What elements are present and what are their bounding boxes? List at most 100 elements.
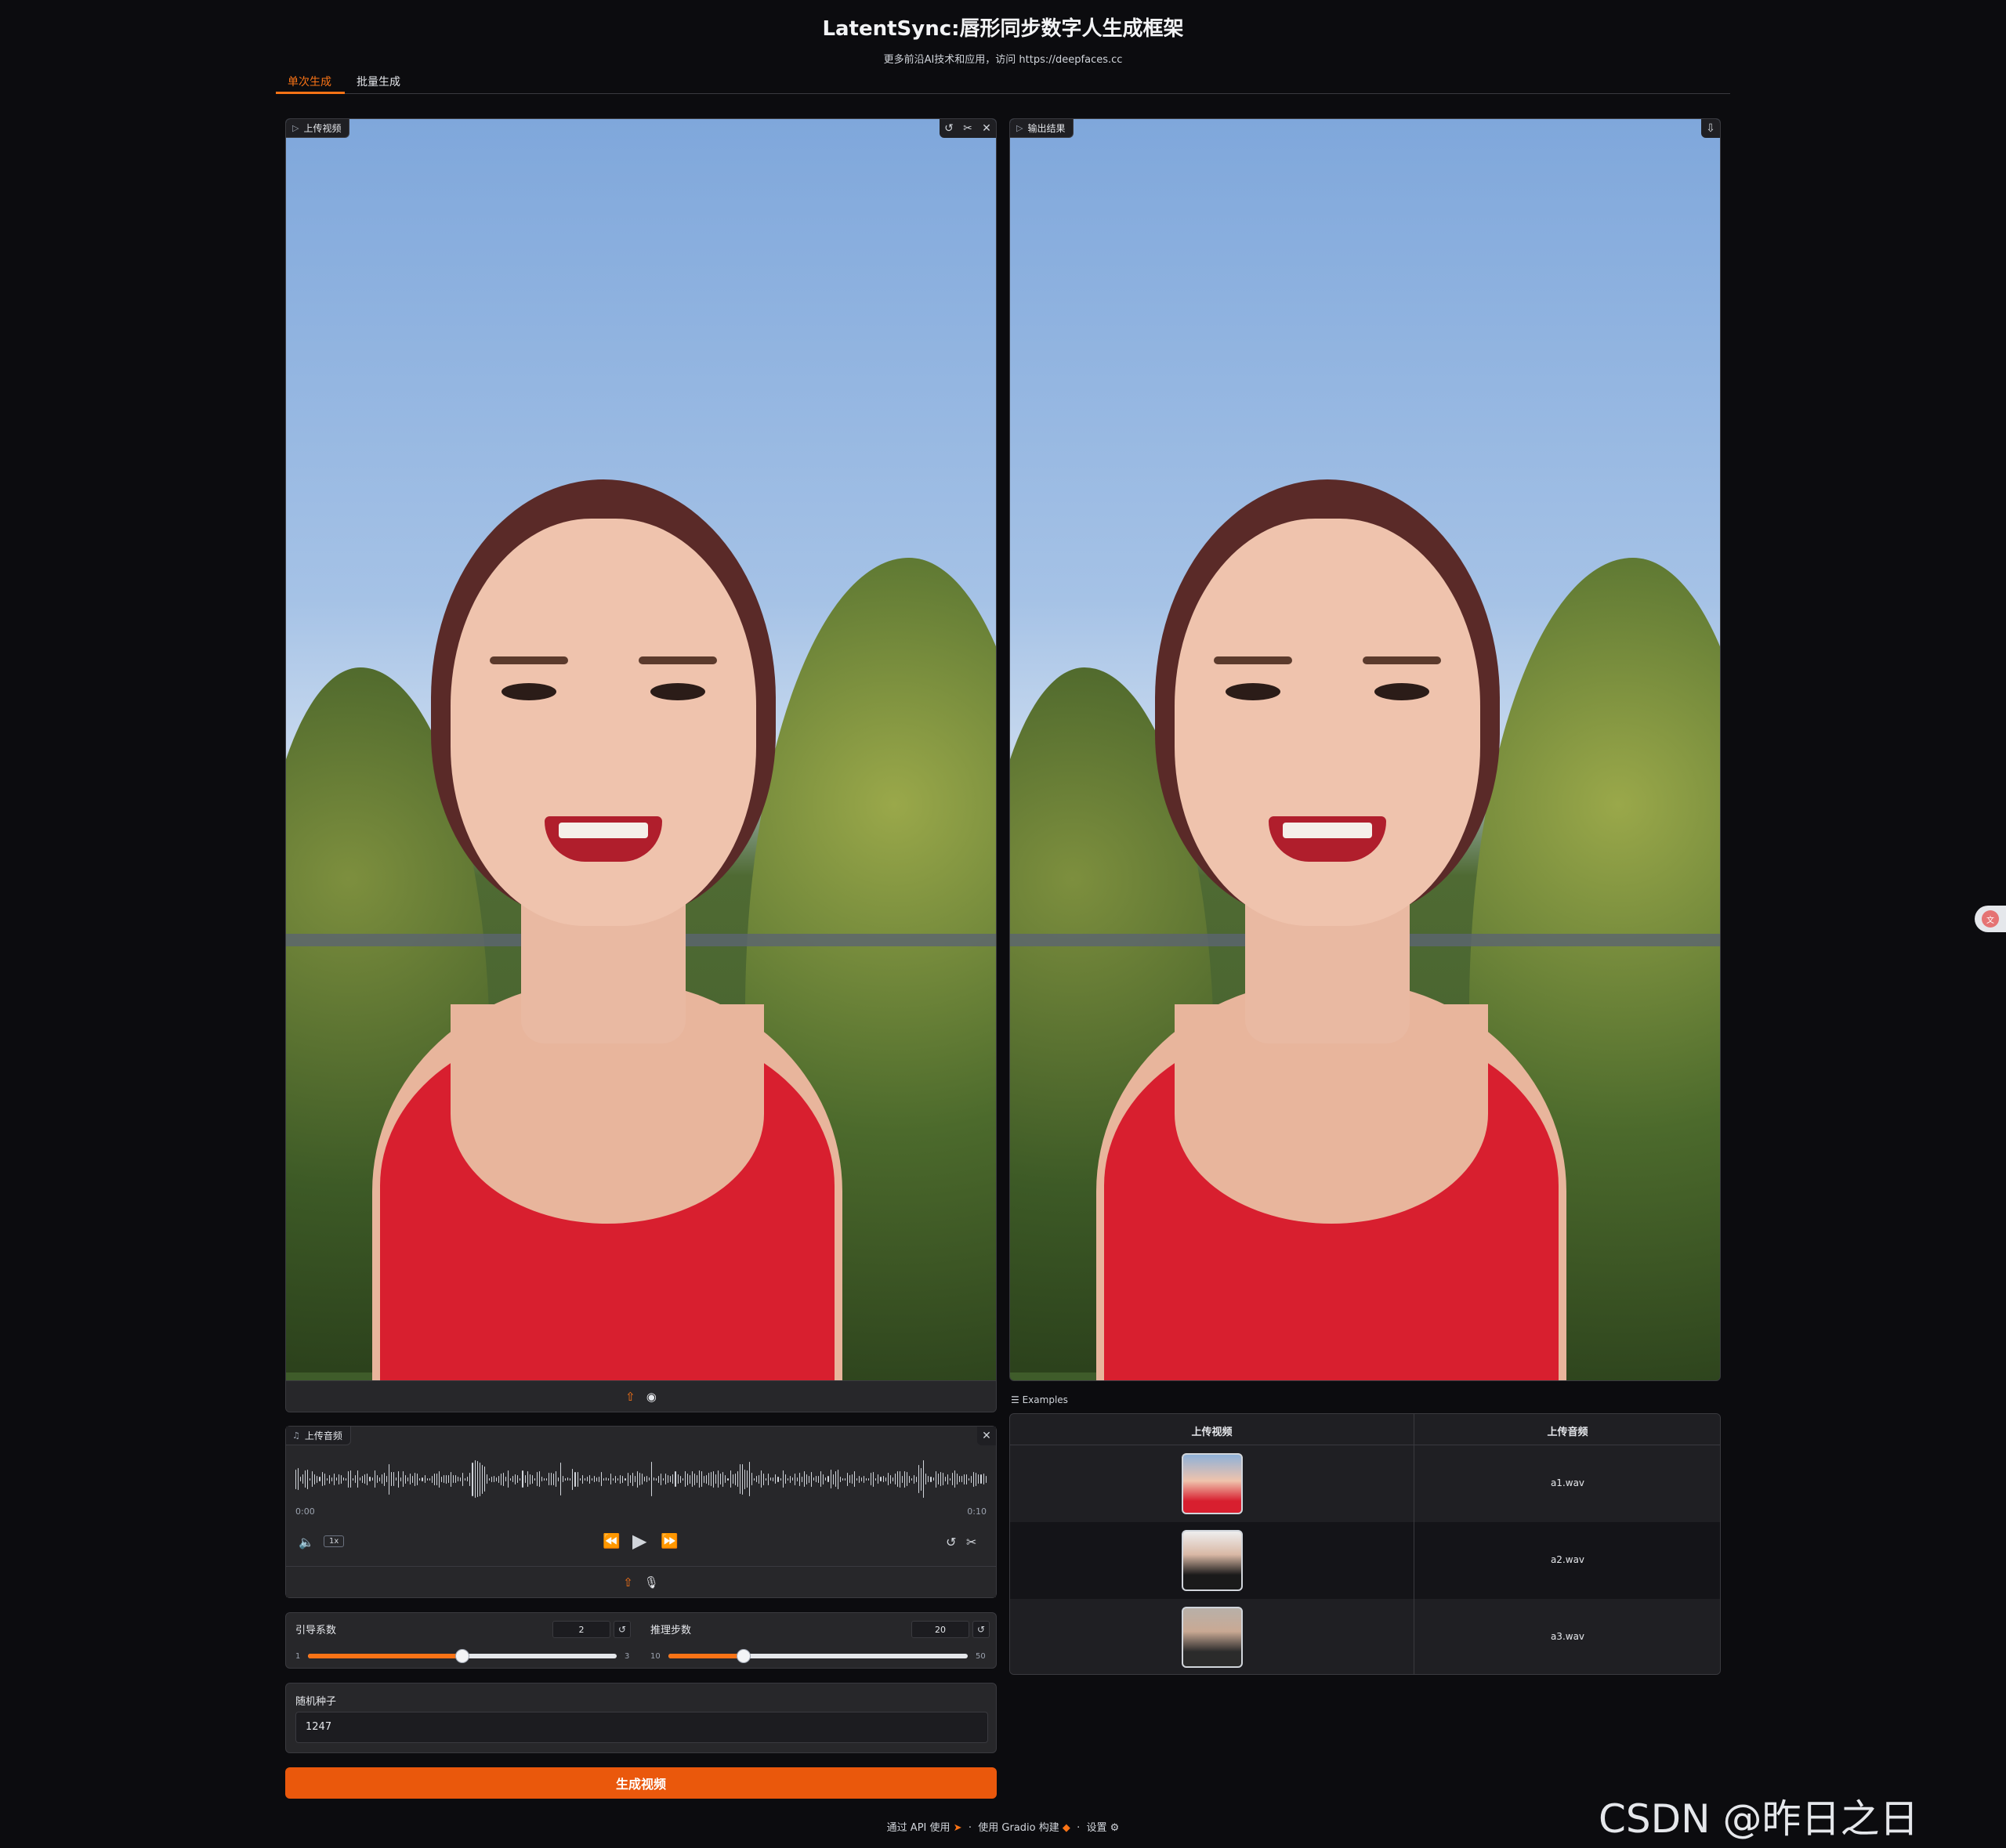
waveform-bar [491, 1476, 492, 1482]
download-icon[interactable]: ⇩ [1701, 119, 1720, 138]
playback-speed[interactable]: 1x [324, 1535, 345, 1547]
upload-icon[interactable]: ⇧ [623, 1575, 633, 1589]
waveform-bar [610, 1474, 612, 1485]
microphone-icon[interactable]: 🎙 [644, 1575, 659, 1589]
side-assistant-bubble[interactable]: 文 [1975, 906, 2006, 932]
example-row-2[interactable]: a2.wav [1010, 1522, 1720, 1599]
waveform-bar [429, 1477, 430, 1481]
example-audio-3[interactable]: a3.wav [1414, 1631, 1720, 1642]
upload-icon[interactable]: ⇧ [625, 1390, 635, 1404]
play-icon[interactable]: ▶ [632, 1530, 646, 1552]
steps-reset-icon[interactable]: ↺ [972, 1621, 990, 1638]
input-video-frame[interactable] [286, 119, 996, 1380]
steps-label: 推理步数 [650, 1625, 692, 1636]
waveform-bar [715, 1474, 717, 1484]
webcam-icon[interactable]: ◉ [646, 1390, 657, 1404]
waveform-bar [646, 1476, 647, 1482]
audio-source-bar: ⇧ 🎙 [286, 1566, 996, 1597]
waveform-bar [433, 1473, 435, 1485]
waveform-bar [453, 1475, 454, 1483]
waveform-bar [911, 1477, 913, 1481]
waveform-bar [622, 1475, 624, 1483]
waveform-bar [937, 1474, 939, 1485]
waveform-bar [536, 1472, 538, 1486]
waveform-bar [887, 1473, 889, 1485]
close-icon[interactable]: ✕ [977, 1427, 996, 1445]
waveform-bar [512, 1476, 514, 1482]
steps-slider[interactable] [668, 1649, 968, 1663]
example-row-3[interactable]: a3.wav [1010, 1599, 1720, 1674]
scissors-icon[interactable]: ✂ [966, 1535, 976, 1550]
waveform-bar [393, 1472, 394, 1486]
waveform-bar [961, 1476, 963, 1482]
generate-video-button[interactable]: 生成视频 [285, 1767, 997, 1799]
waveform-bar [319, 1477, 320, 1481]
sliders-panel: 引导系数 2 ↺ 1 3 推理步数 20 ↺ 10 50 [285, 1612, 997, 1669]
rewind-icon[interactable]: ⏪ [603, 1533, 620, 1550]
waveform-bar [560, 1463, 562, 1495]
waveform-bar [951, 1473, 953, 1485]
waveform-bar [823, 1474, 824, 1485]
tab-batch[interactable]: 批量生成 [357, 74, 400, 89]
example-row-1[interactable]: a1.wav [1010, 1445, 1720, 1522]
seed-label: 随机种子 [295, 1696, 337, 1708]
audio-waveform[interactable] [295, 1456, 987, 1502]
close-icon[interactable]: ✕ [977, 119, 996, 138]
waveform-bar [524, 1475, 526, 1483]
waveform-bar [839, 1476, 841, 1482]
gradio-logo-icon: ◆ [1062, 1822, 1070, 1834]
waveform-bar [426, 1477, 428, 1481]
waveform-bar [531, 1474, 533, 1484]
tab-single[interactable]: 单次生成 [288, 74, 331, 89]
waveform-bar [885, 1477, 886, 1481]
waveform-bar [889, 1474, 891, 1484]
waveform-bar [916, 1476, 918, 1482]
footer-settings-link[interactable]: 设置 [1087, 1822, 1107, 1834]
guidance-slider[interactable] [308, 1649, 617, 1663]
waveform-bar [925, 1474, 927, 1485]
waveform-bar [811, 1471, 813, 1487]
example-thumbnail-3[interactable] [1182, 1607, 1243, 1668]
steps-input[interactable]: 20 [911, 1621, 969, 1638]
example-audio-2[interactable]: a2.wav [1414, 1554, 1720, 1565]
waveform-bar [581, 1474, 583, 1484]
steps-slider-handle[interactable] [736, 1649, 751, 1663]
volume-icon[interactable]: 🔈 [299, 1535, 314, 1550]
waveform-bar [973, 1471, 975, 1487]
waveform-bar [851, 1474, 853, 1484]
waveform-bar [842, 1477, 843, 1481]
upload-audio-panel[interactable]: ♫ 上传音频 ✕ 0:00 0:10 🔈 1x ⏪ ▶ ⏩ ↺ ✂ ⇧ 🎙 [285, 1426, 997, 1598]
fast-forward-icon[interactable]: ⏩ [661, 1533, 678, 1550]
guidance-slider-handle[interactable] [455, 1649, 469, 1663]
waveform-bar [796, 1477, 798, 1481]
example-thumbnail-1[interactable] [1182, 1453, 1243, 1514]
waveform-bar [355, 1475, 357, 1483]
seed-input[interactable]: 1247 [295, 1712, 988, 1743]
waveform-bar [503, 1472, 505, 1486]
gear-icon: ⚙ [1110, 1822, 1120, 1834]
waveform-bar [679, 1475, 681, 1483]
waveform-bar [295, 1469, 297, 1489]
examples-table: 上传视频 上传音频 a1.wav a2.wav a3.wav [1009, 1413, 1721, 1675]
waveform-bar [403, 1471, 404, 1487]
waveform-bar [737, 1471, 738, 1487]
waveform-bar [357, 1470, 359, 1488]
undo-icon[interactable]: ↺ [946, 1535, 956, 1550]
undo-icon[interactable]: ↺ [940, 119, 958, 138]
waveform-bar [632, 1472, 633, 1486]
output-video-frame[interactable] [1010, 119, 1720, 1380]
waveform-bar [918, 1465, 920, 1493]
footer-gradio-link[interactable]: 使用 Gradio 构建 [978, 1822, 1059, 1834]
footer-api-link[interactable]: 通过 API 使用 [887, 1822, 950, 1834]
waveform-bar [849, 1475, 850, 1483]
example-audio-1[interactable]: a1.wav [1414, 1477, 1720, 1488]
waveform-bar [390, 1472, 392, 1486]
page-title: LatentSync:唇形同步数字人生成框架 [822, 17, 1184, 41]
waveform-bar [342, 1477, 344, 1481]
upload-video-panel[interactable]: ▷ 上传视频 ↺ ✂ ✕ ⇧ ◉ [285, 118, 997, 1412]
guidance-reset-icon[interactable]: ↺ [614, 1621, 631, 1638]
scissors-icon[interactable]: ✂ [958, 119, 977, 138]
guidance-input[interactable]: 2 [552, 1621, 610, 1638]
example-thumbnail-2[interactable] [1182, 1530, 1243, 1591]
waveform-bar [954, 1470, 955, 1488]
